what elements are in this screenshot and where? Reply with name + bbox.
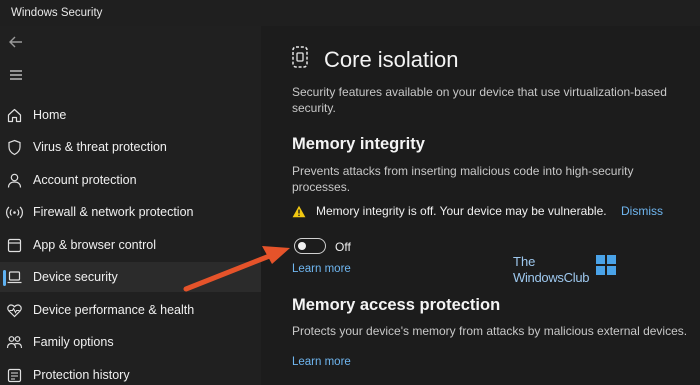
memory-access-protection-title: Memory access protection <box>292 296 501 314</box>
history-icon <box>6 367 23 384</box>
sidebar-item-firewall-network-protection[interactable]: Firewall & network protection <box>0 197 261 227</box>
person-icon <box>6 172 23 189</box>
hamburger-menu-icon[interactable] <box>6 66 26 84</box>
title-bar: Windows Security <box>0 0 700 26</box>
sidebar: Home Virus & threat protection Account p… <box>0 26 261 385</box>
sidebar-item-label: Home <box>33 108 67 122</box>
memory-integrity-toggle[interactable] <box>294 238 326 254</box>
toggle-state-label: Off <box>335 240 351 254</box>
windows-logo-icon <box>595 254 617 276</box>
sidebar-item-label: Device security <box>33 270 118 284</box>
sidebar-item-device-performance-health[interactable]: Device performance & health <box>0 295 261 325</box>
sidebar-item-label: Virus & threat protection <box>33 140 167 154</box>
sidebar-item-label: Device performance & health <box>33 303 195 317</box>
page-title: Core isolation <box>324 47 459 72</box>
sidebar-item-family-options[interactable]: Family options <box>0 327 261 357</box>
main-content: Core isolation Security features availab… <box>261 26 700 385</box>
shield-icon <box>6 139 23 156</box>
sidebar-item-home[interactable]: Home <box>0 100 261 130</box>
toggle-knob <box>298 241 306 250</box>
sidebar-item-account-protection[interactable]: Account protection <box>0 165 261 195</box>
sidebar-item-label: Family options <box>33 335 114 349</box>
watermark: The WindowsClub <box>513 254 623 302</box>
family-icon <box>6 334 23 351</box>
warning-icon <box>292 205 306 218</box>
page-description: Security features available on your devi… <box>292 85 667 115</box>
memory-integrity-learn-more-link[interactable]: Learn more <box>292 263 351 275</box>
window-title: Windows Security <box>11 7 103 19</box>
sidebar-item-label: Account protection <box>33 173 137 187</box>
sidebar-item-virus-threat-protection[interactable]: Virus & threat protection <box>0 132 261 162</box>
sidebar-item-label: App & browser control <box>33 238 156 252</box>
watermark-line1: The <box>513 254 536 269</box>
memory-access-protection-description: Protects your device's memory from attac… <box>292 324 688 338</box>
laptop-icon <box>6 269 23 286</box>
app-window-icon <box>6 237 23 254</box>
sidebar-item-label: Protection history <box>33 368 130 382</box>
wifi-signal-icon <box>6 204 23 221</box>
watermark-line2: WindowsClub <box>513 270 590 285</box>
sidebar-item-label: Firewall & network protection <box>33 205 194 219</box>
sidebar-item-app-browser-control[interactable]: App & browser control <box>0 230 261 260</box>
back-arrow-icon[interactable] <box>6 32 26 52</box>
dismiss-link[interactable]: Dismiss <box>621 204 663 218</box>
memory-integrity-description: Prevents attacks from inserting maliciou… <box>292 164 634 194</box>
core-isolation-chip-icon <box>289 44 311 70</box>
sidebar-item-device-security[interactable]: Device security <box>0 262 261 292</box>
memory-integrity-title: Memory integrity <box>292 135 425 153</box>
heart-icon <box>6 302 23 319</box>
home-icon <box>6 107 23 124</box>
memory-access-learn-more-link[interactable]: Learn more <box>292 356 351 368</box>
sidebar-item-protection-history[interactable]: Protection history <box>0 360 261 385</box>
memory-integrity-warning: Memory integrity is off. Your device may… <box>316 204 607 218</box>
